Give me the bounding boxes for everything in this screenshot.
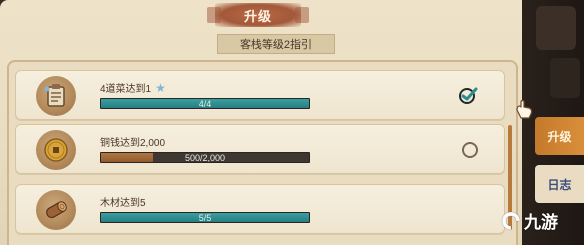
- wood-log-icon: [36, 190, 76, 230]
- guide-subtitle: 客栈等级2指引: [217, 34, 335, 54]
- tab-log[interactable]: 日志: [535, 165, 584, 203]
- frame-notch-lower: [550, 58, 580, 98]
- progress-text: 500/2,000: [184, 153, 226, 163]
- panel-title: 升级: [243, 8, 272, 24]
- task-label-text: 铜钱达到2,000: [100, 138, 166, 149]
- copper-coin-icon: [36, 130, 76, 170]
- watermark-logo: 九游: [500, 208, 558, 233]
- recipe-board-icon: [36, 76, 76, 116]
- task-label-text: 木材达到5: [100, 198, 146, 209]
- incomplete-ring-icon: [462, 142, 478, 158]
- progress-text: 4/4: [198, 99, 212, 109]
- task-label: 木材达到5: [100, 194, 146, 209]
- check-icon: [459, 87, 478, 104]
- guide-subtitle-text: 客栈等级2指引: [239, 39, 313, 51]
- task-card-copper[interactable]: 铜钱达到2,000 500/2,000: [15, 124, 505, 174]
- frame-notch: [536, 6, 576, 50]
- nine-game-logo-icon: [501, 211, 521, 230]
- progress-bar: 5/5: [100, 212, 310, 223]
- pointer-hand-icon: [516, 99, 533, 119]
- progress-text: 5/5: [198, 213, 212, 223]
- tab-upgrade[interactable]: 升级: [535, 117, 584, 155]
- tab-upgrade-label: 升级: [547, 129, 572, 144]
- panel-title-banner: 升级: [207, 3, 309, 27]
- task-card-dishes[interactable]: 4道菜达到1 ★ 4/4: [15, 70, 505, 120]
- task-label: 4道菜达到1 ★: [100, 80, 166, 96]
- tab-log-label: 日志: [547, 177, 572, 192]
- task-card-wood[interactable]: 木材达到5 5/5: [15, 184, 505, 234]
- task-label: 铜钱达到2,000: [100, 134, 165, 149]
- star-icon: ★: [155, 80, 166, 95]
- progress-bar: 4/4: [100, 98, 310, 109]
- watermark-text: 九游: [524, 213, 558, 232]
- upgrade-panel: 升级 客栈等级2指引 4道菜达到1 ★ 4/4 铜钱达到2,000 500/2,…: [0, 0, 584, 245]
- progress-bar: 500/2,000: [100, 152, 310, 163]
- task-label-text: 4道菜达到1: [100, 84, 152, 95]
